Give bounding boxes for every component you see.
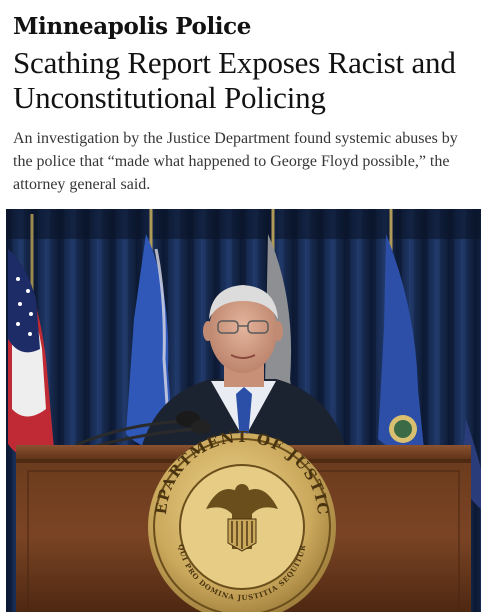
article-summary: An investigation by the Justice Departme…	[13, 130, 458, 193]
press-conference-image: DEPARTMENT OF JUSTICE QUI PRO DOMINA JUS…	[6, 209, 481, 612]
article-kicker[interactable]: Minneapolis Police	[13, 12, 251, 42]
article-headline[interactable]: Scathing Report Exposes Racist and Uncon…	[13, 45, 475, 115]
news-article-card[interactable]: Minneapolis Police Scathing Report Expos…	[0, 0, 481, 612]
article-photo[interactable]: DEPARTMENT OF JUSTICE QUI PRO DOMINA JUS…	[6, 209, 481, 612]
